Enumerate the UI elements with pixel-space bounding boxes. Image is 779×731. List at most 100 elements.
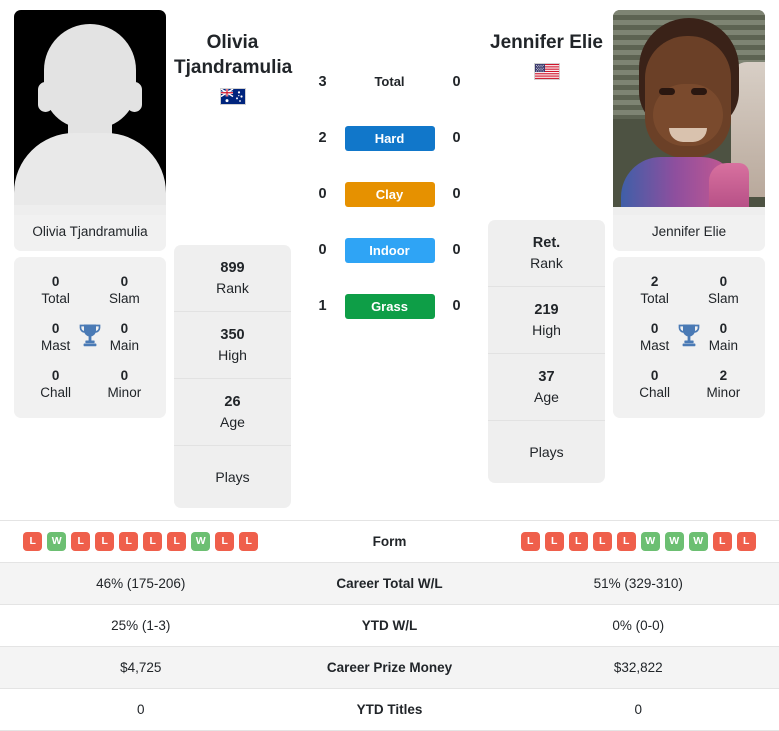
form-badge-loss[interactable]: L	[143, 532, 162, 551]
table-row: LWLLLLLWLLFormLLLLLWWWLL	[0, 521, 779, 563]
right-titles-chall-value: 0	[623, 367, 686, 384]
form-badge-win[interactable]: W	[689, 532, 708, 551]
right-rank-label: Rank	[492, 253, 601, 273]
left-titles-main-value: 0	[93, 320, 156, 337]
avatar-placeholder-body	[14, 133, 166, 207]
head-to-head-column: 3Total02Hard00Clay00Indoor01Grass0	[299, 10, 480, 334]
right-titles-slam-label: Slam	[692, 290, 755, 308]
left-titles-total-value: 0	[24, 273, 87, 290]
h2h-left-value: 2	[301, 130, 345, 146]
form-badge-loss[interactable]: L	[119, 532, 138, 551]
form-badge-loss[interactable]: L	[167, 532, 186, 551]
left-player-name-line2: Tjandramulia	[174, 55, 291, 80]
form-badge-loss[interactable]: L	[71, 532, 90, 551]
right-titles-minor-value: 2	[692, 367, 755, 384]
form-badge-loss[interactable]: L	[569, 532, 588, 551]
left-rank-value: 899	[178, 259, 287, 278]
stat-label: Career Prize Money	[282, 654, 498, 681]
right-titles-main-value: 0	[692, 320, 755, 337]
right-titles-total-label: Total	[623, 290, 686, 308]
surface-badge-indoor[interactable]: Indoor	[345, 238, 435, 263]
right-high-label: High	[492, 320, 601, 340]
form-badge-win[interactable]: W	[641, 532, 660, 551]
table-row: 46% (175-206)Career Total W/L51% (329-31…	[0, 563, 779, 605]
right-plays-label: Plays	[492, 442, 601, 462]
form-badge-loss[interactable]: L	[239, 532, 258, 551]
usa-flag	[534, 63, 560, 80]
left-titles-minor: 0 Minor	[93, 367, 156, 402]
form-badge-loss[interactable]: L	[95, 532, 114, 551]
photo-strap	[709, 163, 749, 209]
avatar-placeholder-ear-right	[127, 82, 142, 112]
h2h-total-label: Total	[374, 74, 404, 89]
left-high-value: 350	[178, 326, 287, 345]
h2h-surface-label[interactable]: Indoor	[345, 238, 435, 263]
form-badge-loss[interactable]: L	[713, 532, 732, 551]
left-player-photo-card[interactable]: Olivia Tjandramulia	[14, 10, 166, 251]
left-player-name[interactable]: Olivia Tjandramulia	[174, 10, 291, 105]
right-age-cell: 37 Age	[488, 354, 605, 421]
form-badge-loss[interactable]: L	[545, 532, 564, 551]
left-titles-minor-value: 0	[93, 367, 156, 384]
form-badge-win[interactable]: W	[47, 532, 66, 551]
left-rank-cell: 899 Rank	[174, 245, 291, 312]
left-player-titles-panel: 0 Total 0 Slam 0 Mast	[14, 257, 166, 418]
left-titles-chall-value: 0	[24, 367, 87, 384]
stats-comparison-table: LWLLLLLWLLFormLLLLLWWWLL46% (175-206)Car…	[0, 520, 779, 731]
form-badge-loss[interactable]: L	[23, 532, 42, 551]
h2h-left-value: 1	[301, 298, 345, 314]
left-titles-chall-label: Chall	[24, 384, 87, 402]
left-titles-main-label: Main	[93, 337, 156, 355]
right-player-titles-panel: 2 Total 0 Slam 0 Mast	[613, 257, 765, 418]
h2h-row-indoor: 0Indoor0	[299, 222, 480, 278]
left-ytd_wl-cell: 25% (1-3)	[0, 612, 282, 639]
left-titles-main: 0 Main	[93, 320, 156, 355]
right-player-photo-card[interactable]: Jennifer Elie	[613, 10, 765, 251]
left-player-name-line1: Olivia	[174, 30, 291, 55]
h2h-left-value: 0	[301, 242, 345, 258]
right-player-name-line1: Jennifer Elie	[488, 30, 605, 55]
titles-row-total-slam: 2 Total 0 Slam	[613, 267, 765, 314]
form-badge-win[interactable]: W	[665, 532, 684, 551]
h2h-row-total: 3Total0	[299, 54, 480, 110]
stat-label: Form	[282, 528, 498, 555]
right-player-name[interactable]: Jennifer Elie	[488, 10, 605, 80]
head-to-head-list: 3Total02Hard00Clay00Indoor01Grass0	[299, 10, 480, 334]
h2h-right-value: 0	[435, 130, 479, 146]
h2h-right-value: 0	[435, 242, 479, 258]
left-age-cell: 26 Age	[174, 379, 291, 446]
right-titles-chall: 0 Chall	[623, 367, 686, 402]
form-badge-loss[interactable]: L	[617, 532, 636, 551]
right-titles-main: 0 Main	[692, 320, 755, 355]
h2h-surface-label[interactable]: Clay	[345, 182, 435, 207]
stat-label: YTD Titles	[282, 696, 498, 723]
right-titles-total: 2 Total	[623, 273, 686, 308]
right-player-photo	[613, 10, 765, 215]
surface-badge-grass[interactable]: Grass	[345, 294, 435, 319]
left-titles-slam-value: 0	[93, 273, 156, 290]
player-comparison-page: Olivia Tjandramulia 0 Total 0 Slam 0	[0, 0, 779, 731]
h2h-surface-label[interactable]: Hard	[345, 126, 435, 151]
right-player-rank-card: Ret. Rank 219 High 37 Age Plays	[488, 220, 605, 483]
form-badge-loss[interactable]: L	[521, 532, 540, 551]
left-titles-slam-label: Slam	[93, 290, 156, 308]
form-badge-loss[interactable]: L	[737, 532, 756, 551]
left-player-photo-caption: Olivia Tjandramulia	[14, 215, 166, 249]
form-badge-loss[interactable]: L	[215, 532, 234, 551]
surface-badge-clay[interactable]: Clay	[345, 182, 435, 207]
avatar-placeholder-ear-left	[38, 82, 53, 112]
table-row: $4,725Career Prize Money$32,822	[0, 647, 779, 689]
stat-label: YTD W/L	[282, 612, 498, 639]
right-high-cell: 219 High	[488, 287, 605, 354]
right-titles-minor-label: Minor	[692, 384, 755, 402]
left-player-photo	[14, 10, 166, 215]
form-badge-win[interactable]: W	[191, 532, 210, 551]
photo-eye-left	[659, 88, 675, 95]
right-form-strip: LLLLLWWWLL	[506, 532, 772, 551]
left-titles-total-label: Total	[24, 290, 87, 308]
australia-flag	[220, 88, 246, 105]
h2h-surface-label[interactable]: Grass	[345, 294, 435, 319]
avatar-placeholder-icon	[44, 24, 136, 128]
surface-badge-hard[interactable]: Hard	[345, 126, 435, 151]
form-badge-loss[interactable]: L	[593, 532, 612, 551]
